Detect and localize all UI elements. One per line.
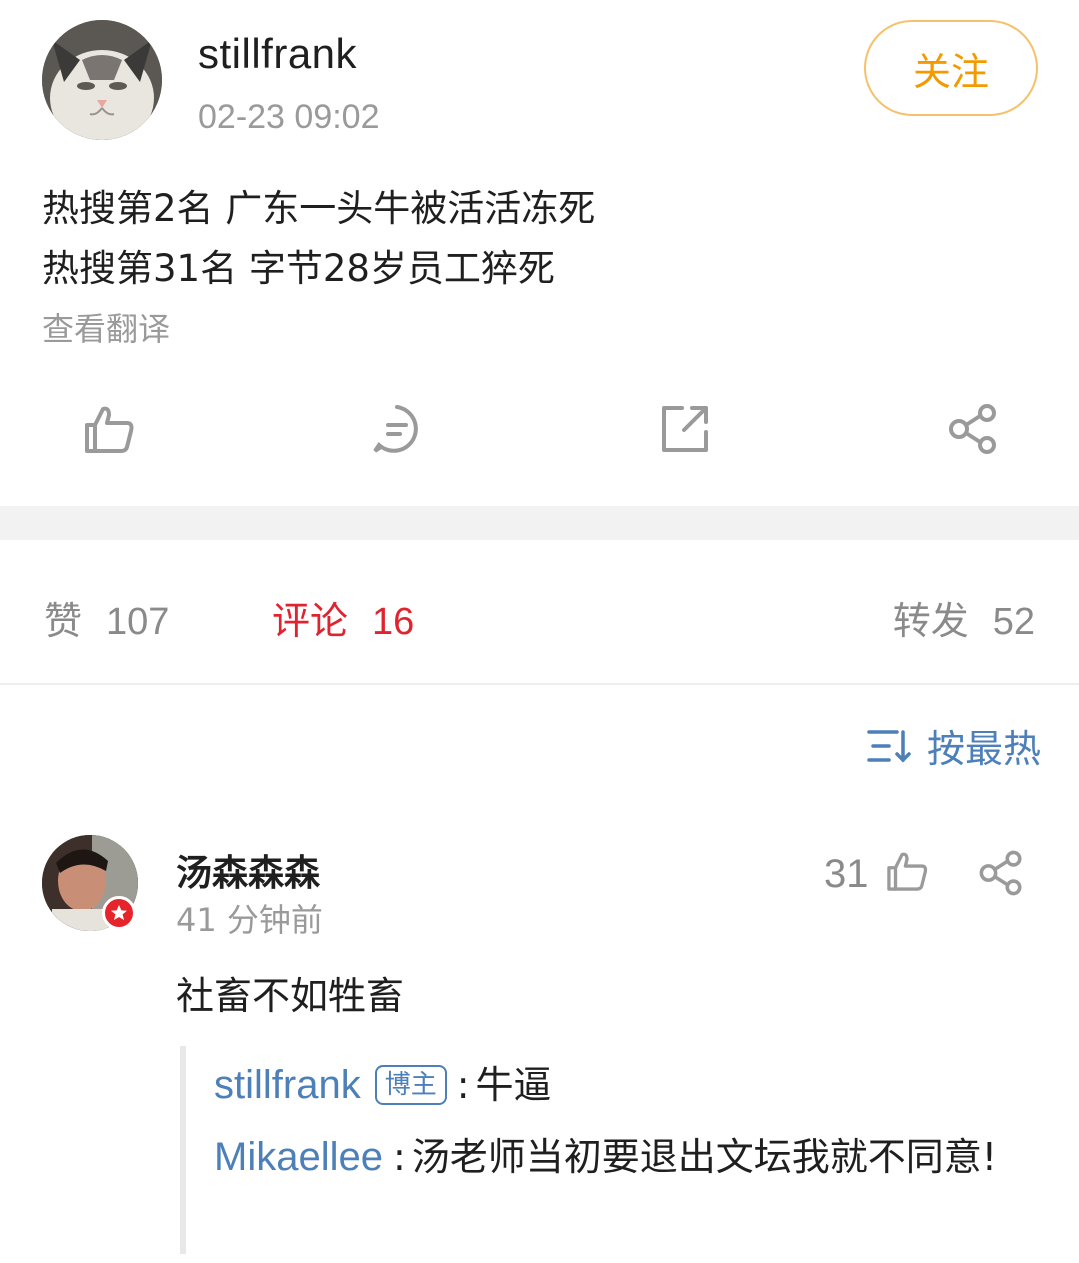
follow-button[interactable]: 关注: [864, 20, 1038, 116]
author-avatar[interactable]: [42, 20, 162, 140]
author-tag: 博主: [374, 1065, 447, 1105]
likes-count: 107: [106, 601, 170, 643]
comment-text: 社畜不如牲畜: [176, 974, 405, 1018]
comment-like-button[interactable]: [884, 848, 930, 894]
reply-separator: :: [392, 1135, 406, 1179]
comment-share-button[interactable]: [976, 848, 1026, 898]
repost-icon: [662, 406, 708, 452]
post-text-line: 热搜第2名 广东一头牛被活活冻死: [42, 187, 596, 230]
sort-button[interactable]: 按最热: [867, 718, 1041, 773]
divider: [0, 683, 1079, 685]
post-text-line: 热搜第31名 字节28岁员工猝死: [42, 247, 555, 290]
sort-icon: [867, 726, 913, 766]
like-button[interactable]: [78, 398, 140, 460]
comment-icon: [373, 405, 418, 453]
tab-likes[interactable]: 赞 107: [44, 590, 169, 645]
tab-comments[interactable]: 评论 16: [272, 590, 414, 645]
reply-separator: :: [456, 1063, 470, 1107]
reply-item[interactable]: stillfrank 博主 : 牛逼: [214, 1056, 1044, 1114]
thumbs-up-icon: [887, 852, 928, 891]
post-time: 02-23 09:02: [198, 98, 380, 136]
author-name[interactable]: stillfrank: [198, 30, 357, 78]
verified-badge-icon: [102, 896, 136, 930]
reply-text: 牛逼: [475, 1063, 552, 1107]
reply-user[interactable]: Mikaellee: [214, 1135, 383, 1179]
comments-label: 评论: [272, 599, 349, 643]
translate-link[interactable]: 查看翻译: [42, 304, 170, 350]
tab-reposts[interactable]: 转发 52: [893, 590, 1035, 645]
reposts-label: 转发: [892, 599, 969, 643]
repost-button[interactable]: [654, 398, 716, 460]
share-button[interactable]: [942, 398, 1004, 460]
reply-text: 汤老师当初要退出文坛我就不同意!: [411, 1135, 998, 1179]
reply-item[interactable]: Mikaellee: 汤老师当初要退出文坛我就不同意!: [214, 1128, 1044, 1186]
commenter-name[interactable]: 汤森森森: [176, 844, 320, 896]
section-divider: [0, 506, 1079, 540]
comment-time: 41 分钟前: [176, 901, 323, 939]
thumbs-up-icon: [85, 406, 134, 453]
comment-like-count: 31: [824, 852, 869, 896]
likes-label: 赞: [44, 599, 83, 643]
comments-count: 16: [372, 601, 415, 643]
sort-label: 按最热: [926, 727, 1041, 771]
reposts-count: 52: [992, 601, 1035, 643]
share-icon: [979, 850, 1022, 896]
reply-user[interactable]: stillfrank: [214, 1056, 361, 1114]
comment-button[interactable]: [366, 398, 428, 460]
share-icon: [949, 404, 996, 454]
